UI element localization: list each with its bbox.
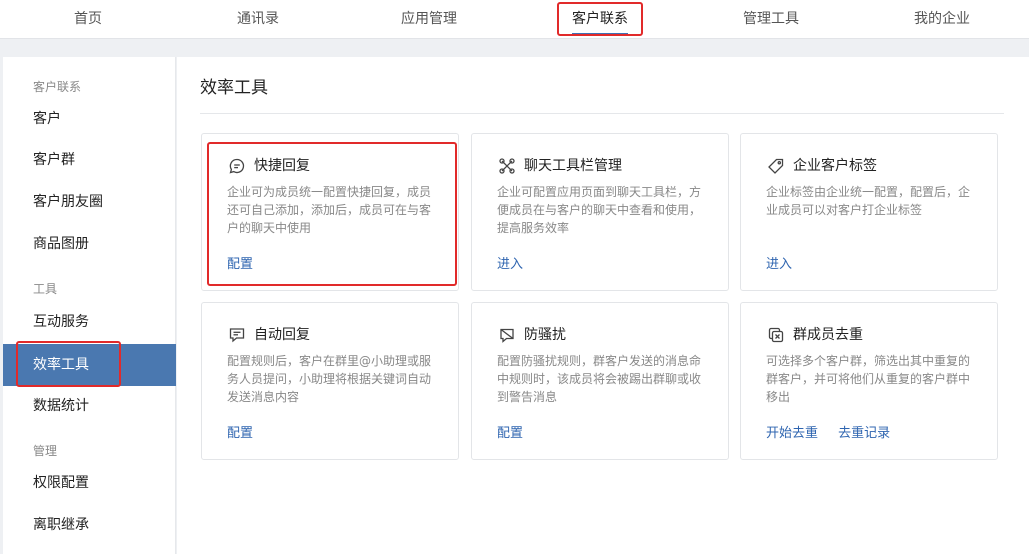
nav-home[interactable]: 首页 — [74, 0, 102, 39]
sidebar-item-statistics[interactable]: 数据统计 — [3, 385, 176, 427]
nav-management-tools[interactable]: 管理工具 — [743, 0, 799, 39]
sidebar-item-product-album[interactable]: 商品图册 — [3, 223, 176, 265]
sidebar-item-resignation-inheritance[interactable]: 离职继承 — [3, 504, 176, 546]
card-title: 企业客户标签 — [793, 158, 877, 174]
sidebar-group-management: 管理 — [33, 444, 58, 458]
main-content: 效率工具 快捷回复 企业可为成员统一配置快捷回复，成员还可自己添加，添加后，成员… — [177, 57, 1029, 554]
card-auto-reply: 自动回复 配置规则后，客户在群里@小助理或服务人员提问，小助理将根据关键词自动发… — [201, 302, 459, 460]
sidebar-group-customer-contact: 客户联系 — [33, 80, 82, 94]
dedupe-records-link[interactable]: 去重记录 — [838, 426, 890, 441]
card-description: 企业可为成员统一配置快捷回复，成员还可自己添加，添加后，成员可在与客户的聊天中使… — [227, 185, 432, 235]
configure-link[interactable]: 配置 — [227, 426, 253, 441]
card-quick-reply: 快捷回复 企业可为成员统一配置快捷回复，成员还可自己添加，添加后，成员可在与客户… — [201, 133, 459, 291]
card-description: 可选择多个客户群，筛选出其中重复的群客户，并可将他们从重复的客户群中移出 — [766, 354, 971, 404]
sidebar-group-tools: 工具 — [33, 282, 58, 296]
card-group-dedupe: 群成员去重 可选择多个客户群，筛选出其中重复的群客户，并可将他们从重复的客户群中… — [740, 302, 998, 460]
sidebar: 客户联系 客户 客户群 客户朋友圈 商品图册 工具 互动服务 效率工具 数据统计… — [3, 57, 176, 554]
nav-app-management[interactable]: 应用管理 — [401, 0, 457, 39]
tag-icon — [767, 157, 785, 175]
sidebar-item-customers[interactable]: 客户 — [3, 98, 176, 140]
enter-link[interactable]: 进入 — [766, 257, 792, 272]
title-divider — [200, 113, 1004, 114]
card-title: 群成员去重 — [793, 327, 863, 343]
sidebar-item-efficiency-tools[interactable]: 效率工具 — [3, 344, 176, 386]
top-nav: 首页 通讯录 应用管理 客户联系 管理工具 我的企业 — [0, 0, 1029, 39]
enter-link[interactable]: 进入 — [497, 257, 523, 272]
sidebar-item-customer-groups[interactable]: 客户群 — [3, 139, 176, 181]
card-description: 配置规则后，客户在群里@小助理或服务人员提问，小助理将根据关键词自动发送消息内容 — [227, 354, 432, 404]
sidebar-item-interaction-service[interactable]: 互动服务 — [3, 301, 176, 343]
nav-my-enterprise[interactable]: 我的企业 — [914, 0, 970, 39]
card-description: 配置防骚扰规则，群客户发送的消息命中规则时，该成员将会被踢出群聊或收到警告消息 — [497, 354, 702, 404]
auto-reply-icon — [228, 326, 246, 344]
nav-contacts[interactable]: 通讯录 — [237, 0, 279, 39]
card-enterprise-tags: 企业客户标签 企业标签由企业统一配置，配置后，企业成员可以对客户打企业标签 进入 — [740, 133, 998, 291]
card-description: 企业标签由企业统一配置，配置后，企业成员可以对客户打企业标签 — [766, 185, 971, 217]
chat-bubble-icon — [228, 157, 246, 175]
anti-harass-icon — [498, 326, 516, 344]
configure-link[interactable]: 配置 — [227, 257, 253, 272]
card-anti-harassment: 防骚扰 配置防骚扰规则，群客户发送的消息命中规则时，该成员将会被踢出群聊或收到警… — [471, 302, 729, 460]
toolbar-icon — [498, 157, 516, 175]
dedupe-icon — [767, 326, 785, 344]
card-title: 自动回复 — [254, 327, 310, 343]
card-description: 企业可配置应用页面到聊天工具栏，方便成员在与客户的聊天中查看和使用，提高服务效率 — [497, 185, 702, 235]
card-title: 防骚扰 — [524, 327, 566, 343]
page-title: 效率工具 — [200, 78, 268, 98]
start-dedupe-link[interactable]: 开始去重 — [766, 426, 818, 441]
configure-link[interactable]: 配置 — [497, 426, 523, 441]
card-chat-toolbar: 聊天工具栏管理 企业可配置应用页面到聊天工具栏，方便成员在与客户的聊天中查看和使… — [471, 133, 729, 291]
card-title: 聊天工具栏管理 — [524, 158, 622, 174]
card-title: 快捷回复 — [254, 158, 310, 174]
sidebar-item-moments[interactable]: 客户朋友圈 — [3, 181, 176, 223]
nav-customer-contact[interactable]: 客户联系 — [572, 0, 628, 39]
sidebar-item-permissions[interactable]: 权限配置 — [3, 462, 176, 504]
